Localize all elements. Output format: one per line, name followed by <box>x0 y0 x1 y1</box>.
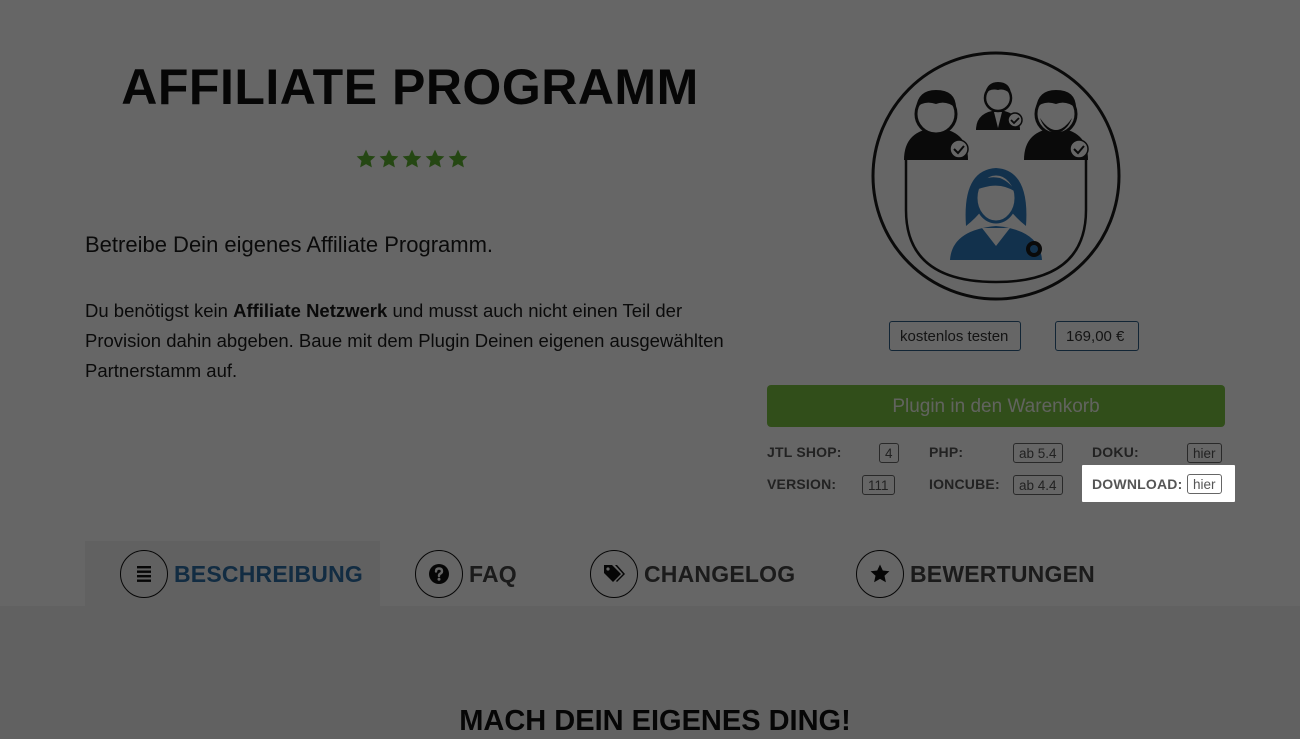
star-icon <box>379 149 399 168</box>
price-badge: 169,00 € <box>1055 321 1139 351</box>
tab-label: BESCHREIBUNG <box>174 560 363 587</box>
star-icon <box>356 149 376 168</box>
section-title: MACH DEIN EIGENES DING! <box>459 705 851 737</box>
tab-faq[interactable]: FAQ <box>415 548 517 600</box>
product-description: Du benötigst kein Affiliate Netzwerk und… <box>85 296 735 386</box>
spec-version-value: 111 <box>862 475 895 495</box>
spec-ioncube-value: ab 4.4 <box>1013 475 1063 495</box>
star-icon <box>856 550 904 598</box>
tab-label: CHANGELOG <box>644 560 796 587</box>
spec-php-label: PHP: <box>929 444 964 460</box>
product-lead: Betreibe Dein eigenes Affiliate Programm… <box>85 232 494 257</box>
tags-icon <box>590 550 638 598</box>
tab-beschreibung[interactable]: BESCHREIBUNG <box>120 548 363 600</box>
spec-jtl-shop-label: JTL SHOP: <box>767 444 842 460</box>
rating-stars <box>355 148 469 170</box>
list-icon <box>120 550 168 598</box>
download-highlight: DOWNLOAD: hier <box>1082 465 1235 502</box>
doku-link[interactable]: hier <box>1187 443 1222 463</box>
star-icon <box>402 149 422 168</box>
spec-version-label: VERSION: <box>767 476 837 492</box>
star-icon <box>448 149 468 168</box>
desc-highlight: Affiliate Netzwerk <box>233 300 388 321</box>
page-title: AFFILIATE PROGRAMM <box>121 59 699 115</box>
product-page: AFFILIATE PROGRAMM Betreibe Dein eigenes… <box>0 0 1300 739</box>
free-trial-button[interactable]: kostenlos testen <box>889 321 1021 351</box>
tab-changelog[interactable]: CHANGELOG <box>590 548 795 600</box>
tab-bewertungen[interactable]: BEWERTUNGEN <box>856 548 1095 600</box>
tab-label: BEWERTUNGEN <box>910 560 1095 587</box>
spec-download-label: DOWNLOAD: <box>1092 476 1183 492</box>
add-to-cart-button[interactable]: Plugin in den Warenkorb <box>767 385 1225 427</box>
spec-ioncube-label: IONCUBE: <box>929 476 1000 492</box>
tab-label: FAQ <box>469 560 517 587</box>
spec-jtl-shop-value: 4 <box>879 443 899 463</box>
affiliate-people-illustration <box>871 51 1121 301</box>
spec-php-value: ab 5.4 <box>1013 443 1063 463</box>
spec-doku-label: DOKU: <box>1092 444 1139 460</box>
question-icon <box>415 550 463 598</box>
desc-text: Du benötigst kein <box>85 300 234 321</box>
download-link[interactable]: hier <box>1187 474 1222 494</box>
star-icon <box>425 149 445 168</box>
